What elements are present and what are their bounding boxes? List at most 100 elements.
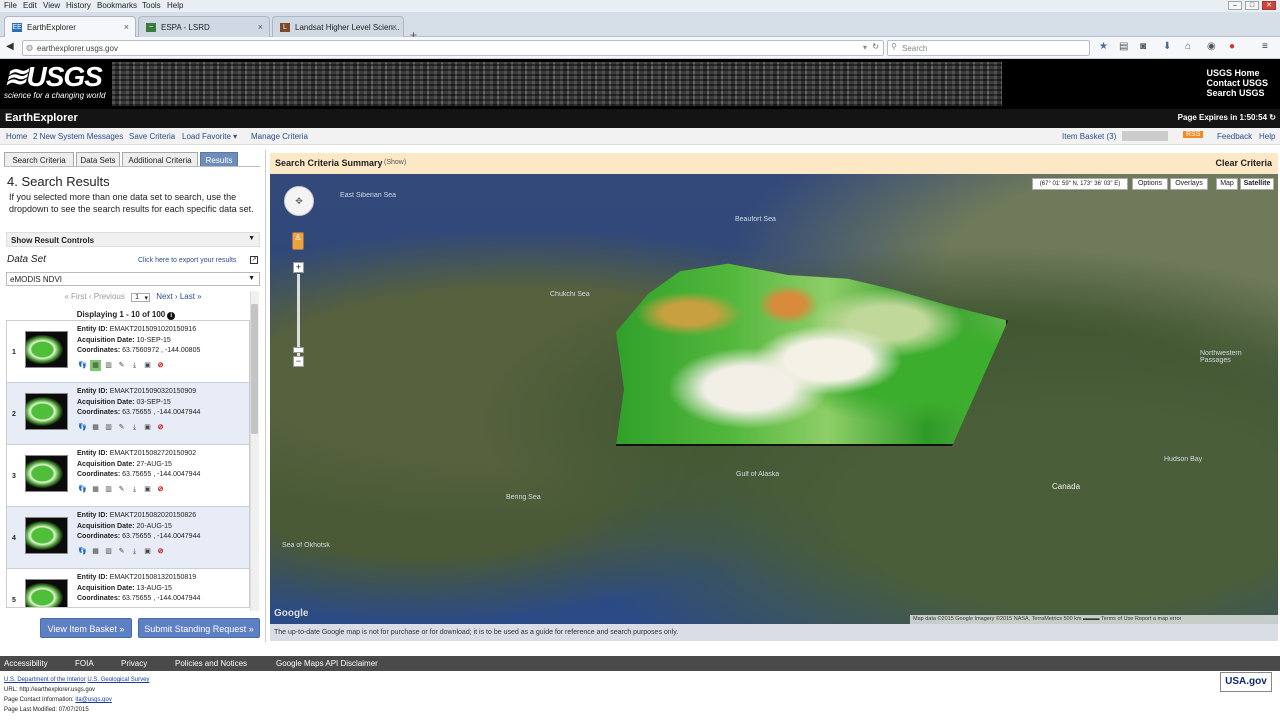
list-item[interactable]: 3 Entity ID: EMAKT2015082720150902 Acqui… [7,445,249,507]
download-icon[interactable]: ⤓ [129,422,140,433]
maximize-icon[interactable]: □ [1245,1,1259,10]
search-usgs-link[interactable]: Search USGS [1206,88,1268,98]
menu-view[interactable]: View [43,1,60,10]
pager-next[interactable]: Next › [156,292,177,301]
tab-additional-criteria[interactable]: Additional Criteria [122,152,198,166]
list-item[interactable]: 1 Entity ID: EMAKT2015091020150916 Acqui… [7,321,249,383]
download-icon[interactable]: ⤓ [129,484,140,495]
footer-google-disclaimer[interactable]: Google Maps API Disclaimer [276,659,378,668]
download-icon[interactable]: ⤓ [129,360,140,371]
export-icon[interactable]: ↗ [250,256,258,264]
menu-feedback[interactable]: Feedback [1217,132,1252,141]
summary-show-link[interactable]: (Show) [384,159,406,166]
result-thumbnail[interactable] [25,393,68,430]
tab-landsat[interactable]: L Landsat Higher Level Scien... × [272,16,404,37]
contact-email-link[interactable]: lta@usgs.gov [75,697,111,703]
tab-results[interactable]: Results [200,152,238,166]
menu-edit[interactable]: Edit [23,1,37,10]
footprint-icon[interactable]: 👣 [77,546,88,557]
menu-history[interactable]: History [66,1,91,10]
compare-icon[interactable]: ▥ [103,360,114,371]
pager-page-select[interactable]: 1 ▾ [131,293,150,302]
result-thumbnail[interactable] [25,517,68,554]
compare-icon[interactable]: ▥ [103,546,114,557]
menu-help-link[interactable]: Help [1259,132,1275,141]
close-tab-icon[interactable]: × [258,22,263,32]
menu-home[interactable]: Home [6,132,27,141]
dropdown-icon[interactable]: ▾ [863,43,867,52]
hamburger-menu-icon[interactable]: ≡ [1262,41,1268,52]
exclude-icon[interactable]: ⊘ [155,422,166,433]
list-item[interactable]: 4 Entity ID: EMAKT2015082020150826 Acqui… [7,507,249,569]
tab-espa[interactable]: ~ ESPA - LSRD × [138,16,270,37]
street-view-pegman-icon[interactable]: ♙ [292,232,304,250]
browse-overlay-icon[interactable]: ▦ [90,360,101,371]
basket-icon[interactable]: ▣ [142,546,153,557]
tab-earthexplorer[interactable]: EE EarthExplorer × [4,16,136,37]
result-thumbnail[interactable] [25,331,68,368]
metadata-icon[interactable]: ✎ [116,484,127,495]
reload-icon[interactable]: ↻ [872,42,879,51]
pocket-icon[interactable]: ◙ [1140,41,1146,52]
browse-overlay-icon[interactable]: ▦ [90,484,101,495]
zoom-in-icon[interactable]: + [293,262,304,273]
map-type-map-button[interactable]: Map [1216,178,1238,190]
download-icon[interactable]: ⤓ [129,546,140,557]
basket-dropdown[interactable] [1122,131,1168,141]
menu-item-basket[interactable]: Item Basket (3) [1062,132,1116,141]
menu-load-favorite[interactable]: Load Favorite ▾ [182,132,237,141]
app-title[interactable]: EarthExplorer [5,112,78,124]
home-icon[interactable]: ⌂ [1185,41,1191,52]
usgs-home-link[interactable]: USGS Home [1206,68,1268,78]
pager-first[interactable]: « First [64,292,86,301]
download-icon[interactable]: ⬇ [1163,41,1171,52]
zoom-slider-handle[interactable] [293,347,304,353]
map-type-satellite-button[interactable]: Satellite [1240,178,1274,190]
pan-control-icon[interactable]: ✥ [284,186,314,216]
tab-search-criteria[interactable]: Search Criteria [4,152,74,166]
info-icon[interactable]: i [167,312,176,320]
rss-icon[interactable]: RSS [1183,131,1204,138]
addon-icon[interactable]: ● [1229,41,1235,52]
compare-icon[interactable]: ▥ [103,422,114,433]
list-item[interactable]: 2 Entity ID: EMAKT2015090320150909 Acqui… [7,383,249,445]
bookmark-star-icon[interactable]: ★ [1099,41,1108,52]
metadata-icon[interactable]: ✎ [116,422,127,433]
refresh-icon[interactable]: ↻ [1269,113,1276,122]
clear-criteria-button[interactable]: Clear Criteria [1215,158,1272,168]
footer-policies[interactable]: Policies and Notices [175,659,247,668]
metadata-icon[interactable]: ✎ [116,546,127,557]
basket-icon[interactable]: ▣ [142,484,153,495]
browse-overlay-icon[interactable]: ▦ [90,546,101,557]
menu-manage-criteria[interactable]: Manage Criteria [251,132,308,141]
minimize-icon[interactable]: – [1228,1,1242,10]
exclude-icon[interactable]: ⊘ [155,484,166,495]
footprint-icon[interactable]: 👣 [77,484,88,495]
url-bar[interactable]: ◍ earthexplorer.usgs.gov ▾ ↻ [22,40,884,56]
close-tab-icon[interactable]: × [124,22,129,32]
doi-link[interactable]: U.S. Department of the Interior [4,677,86,683]
usagov-logo[interactable]: USA.gov [1220,672,1272,692]
zoom-out-icon[interactable]: − [293,356,304,367]
menu-tools[interactable]: Tools [142,1,161,10]
exclude-icon[interactable]: ⊘ [155,546,166,557]
back-arrow-icon[interactable]: ◀ [6,41,14,52]
submit-standing-request-button[interactable]: Submit Standing Request » [138,618,260,638]
contact-usgs-link[interactable]: Contact USGS [1206,78,1268,88]
browser-search-input[interactable]: ⚲ Search [887,40,1090,56]
usgs-logo[interactable]: ≋USGS science for a changing world [4,63,105,101]
result-thumbnail[interactable] [25,455,68,492]
chat-icon[interactable]: ◉ [1207,41,1216,52]
menu-messages[interactable]: 2 New System Messages [33,132,123,141]
usgs-link[interactable]: U.S. Geological Survey [87,677,149,683]
browse-overlay-icon[interactable]: ▦ [90,422,101,433]
basket-icon[interactable]: ▣ [142,360,153,371]
map-options-button[interactable]: Options [1132,178,1168,190]
tab-data-sets[interactable]: Data Sets [76,152,120,166]
metadata-icon[interactable]: ✎ [116,360,127,371]
exclude-icon[interactable]: ⊘ [155,360,166,371]
menu-bookmarks[interactable]: Bookmarks [97,1,137,10]
menu-save-criteria[interactable]: Save Criteria [129,132,175,141]
export-results-link[interactable]: Click here to export your results [138,257,236,264]
result-thumbnail[interactable] [25,579,68,607]
